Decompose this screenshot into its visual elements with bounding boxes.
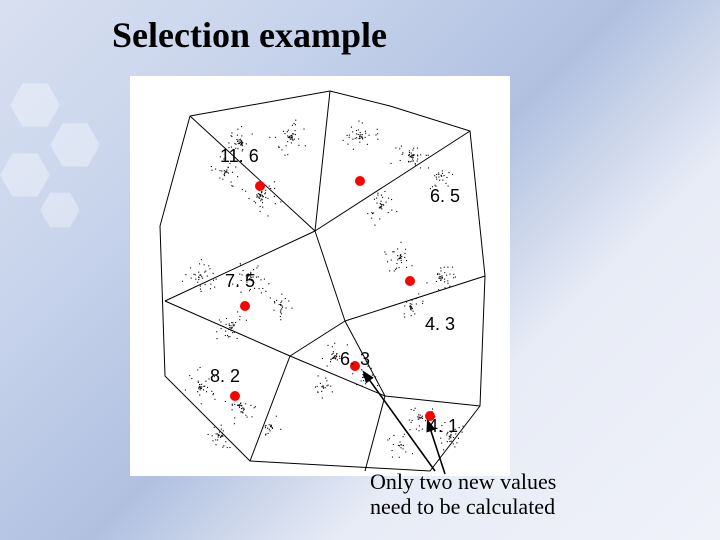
centroid-c2 <box>240 301 250 311</box>
voronoi-diagram: 11. 6 6. 5 7. 5 4. 3 6. 3 8. 2 4. 1 <box>130 76 510 476</box>
slide-title: Selection example <box>112 14 387 56</box>
label-c2: 7. 5 <box>225 271 255 292</box>
centroid-c1 <box>355 176 365 186</box>
centroid-c3 <box>405 276 415 286</box>
caption-line-2: need to be calculated <box>370 494 555 519</box>
label-c4: 6. 3 <box>340 349 370 370</box>
centroid-c5 <box>230 391 240 401</box>
caption-text: Only two new values need to be calculate… <box>370 469 556 520</box>
label-c5: 8. 2 <box>210 366 240 387</box>
background-hex-bokeh <box>0 80 120 280</box>
centroid-markers <box>230 176 435 421</box>
label-c1: 6. 5 <box>430 186 460 207</box>
label-c0: 11. 6 <box>220 146 259 167</box>
region-borders <box>165 91 485 471</box>
centroid-c0 <box>255 181 265 191</box>
label-c6: 4. 1 <box>428 416 458 437</box>
label-c3: 4. 3 <box>425 314 455 335</box>
caption-line-1: Only two new values <box>370 469 556 494</box>
